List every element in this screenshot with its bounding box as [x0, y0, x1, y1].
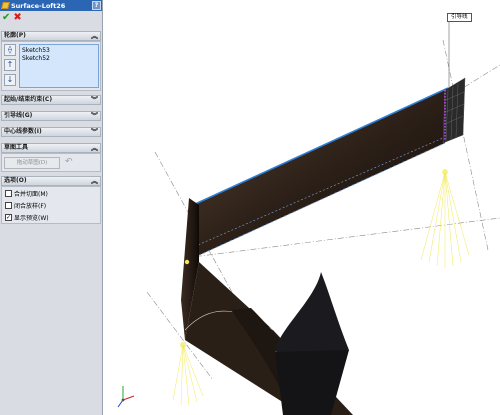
profile-list[interactable]: Sketch53 Sketch52 — [19, 44, 99, 88]
cone-body[interactable] — [275, 272, 349, 355]
help-button[interactable]: ? — [92, 1, 101, 10]
move-up-button[interactable]: ↑ — [4, 59, 16, 71]
loft-surface-icon — [1, 2, 10, 9]
drag-sketch-button[interactable]: 拖动草图(D) — [4, 157, 60, 169]
profile-selector-icon[interactable]: ⟠ — [4, 44, 16, 56]
chevron-down-icon: ︾ — [91, 112, 98, 120]
ok-button[interactable]: ✔ — [2, 13, 10, 23]
section-guides-label: 引导线(G) — [4, 112, 33, 119]
merge-tangent-checkbox[interactable] — [5, 189, 12, 197]
model-view[interactable] — [103, 0, 500, 415]
merge-tangent-label: 合并切面(M) — [14, 190, 48, 198]
section-start-end-label: 起始/结束约束(C) — [4, 96, 53, 103]
guide-lines-left — [172, 344, 204, 406]
list-item[interactable]: Sketch53 — [22, 47, 96, 55]
graphics-area[interactable]: 引导线 — [103, 0, 500, 415]
chevron-up-icon: ︽ — [91, 32, 98, 40]
guide-point-right[interactable] — [442, 169, 448, 175]
section-sketch-tools-label: 草图工具 — [4, 144, 29, 151]
options-group: 合并切面(M) 闭合放样(F) ✓ 显示预览(W) — [1, 186, 101, 224]
end-profile[interactable] — [442, 77, 466, 144]
loft-surface-main[interactable] — [193, 88, 448, 258]
close-loft-option[interactable]: 闭合放样(F) — [5, 200, 46, 210]
show-preview-label: 显示预览(W) — [14, 214, 49, 222]
guide-point-left[interactable] — [180, 342, 186, 348]
chevron-down-icon: ︾ — [91, 128, 98, 136]
list-item[interactable]: Sketch52 — [22, 55, 96, 63]
guide-point-mid[interactable] — [184, 259, 190, 265]
section-profiles-label: 轮廓(P) — [4, 32, 26, 39]
merge-tangent-option[interactable]: 合并切面(M) — [5, 188, 48, 198]
feature-title-bar: Surface-Loft26 ? — [0, 0, 102, 11]
close-loft-label: 闭合放样(F) — [14, 202, 47, 210]
property-manager: Surface-Loft26 ? ✔ ✖ 轮廓(P) ︽ ⟠ ↑ ↓ Sketc… — [0, 0, 103, 415]
sketch-tools-group: 拖动草图(D) ↶ — [1, 153, 101, 172]
chevron-down-icon: ︾ — [91, 96, 98, 104]
feature-title: Surface-Loft26 — [11, 1, 66, 10]
close-loft-checkbox[interactable] — [5, 201, 12, 209]
guide-lines-right — [420, 171, 470, 268]
undo-sketch-icon[interactable]: ↶ — [65, 157, 73, 167]
show-preview-checkbox[interactable]: ✓ — [5, 213, 12, 221]
section-centerline-label: 中心线参数(I) — [4, 128, 42, 135]
guide-callout-label[interactable]: 引导线 — [447, 13, 472, 22]
show-preview-option[interactable]: ✓ 显示预览(W) — [5, 212, 49, 222]
chevron-up-icon: ︽ — [91, 177, 98, 185]
section-options-label: 选项(O) — [4, 177, 27, 184]
cancel-button[interactable]: ✖ — [13, 13, 21, 23]
coordinate-triad — [117, 386, 135, 408]
move-down-button[interactable]: ↓ — [4, 74, 16, 86]
section-start-end-header[interactable]: 起始/结束约束(C) ︾ — [1, 95, 101, 105]
section-profiles-header[interactable]: 轮廓(P) ︽ — [1, 31, 101, 41]
section-sketch-tools-header[interactable]: 草图工具 ︽ — [1, 143, 101, 153]
section-guides-header[interactable]: 引导线(G) ︾ — [1, 111, 101, 121]
section-centerline-header[interactable]: 中心线参数(I) ︾ — [1, 127, 101, 137]
chevron-up-icon: ︽ — [91, 144, 98, 152]
profiles-group: ⟠ ↑ ↓ Sketch53 Sketch52 — [1, 41, 101, 91]
section-options-header[interactable]: 选项(O) ︽ — [1, 176, 101, 186]
